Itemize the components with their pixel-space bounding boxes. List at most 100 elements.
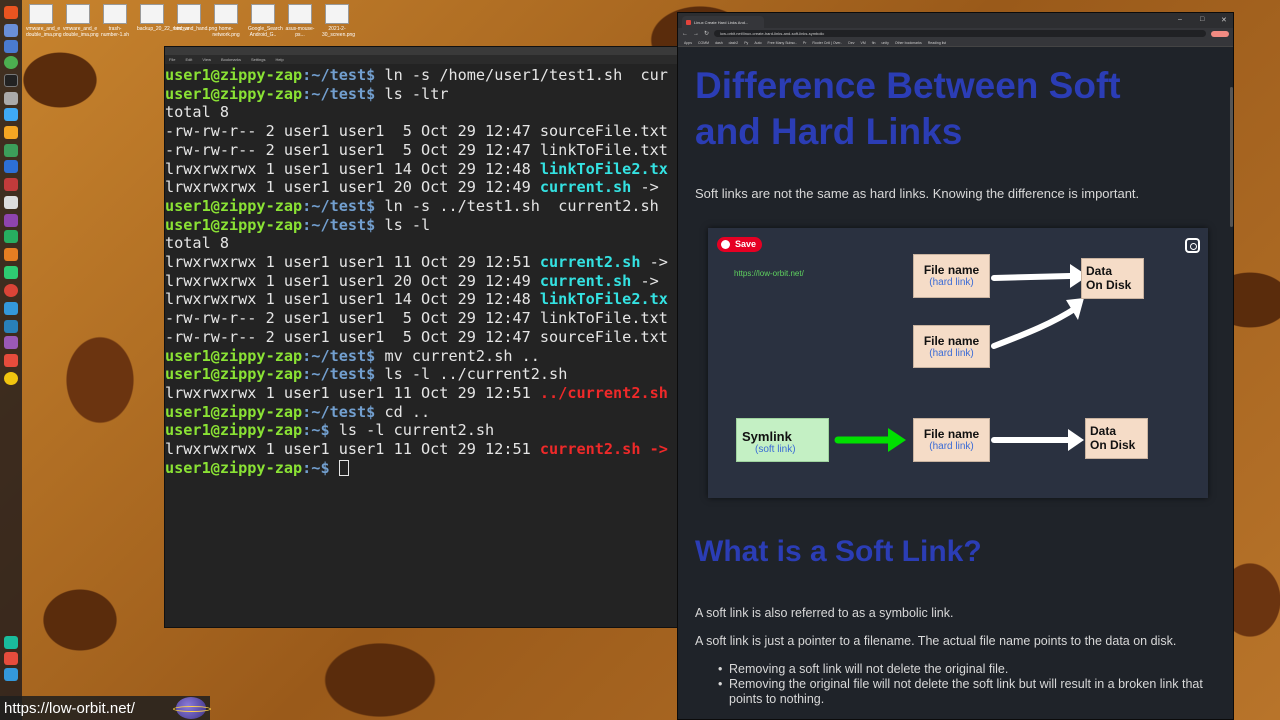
file-caption: vmware_and_e double_ima.png [63,26,99,38]
menu-view[interactable]: View [202,57,211,62]
app-icon[interactable] [4,320,18,333]
symlink-box: Symlink (soft link) [736,418,829,462]
file-thumbnail-icon [66,4,90,24]
forward-icon[interactable]: → [693,31,699,37]
app-icon[interactable] [4,230,18,243]
app-launcher-icon[interactable] [4,6,18,19]
web-page[interactable]: Difference Between Soft and Hard Links S… [678,47,1233,719]
desktop-file[interactable]: trash-number-1.sh [100,4,130,38]
bookmark-item[interactable]: Dev [848,41,854,45]
command-text: ln -s ../test1.sh current2.sh [375,196,659,215]
bookmark-item[interactable]: Other bookmarks [895,41,922,45]
file-name: linkToFile.txt [539,140,668,159]
tab-title: Linux Create Hard Links And... [694,19,749,25]
page-scrollbar[interactable] [1230,87,1233,227]
data-label: Data [1086,264,1113,278]
bookmark-item[interactable]: Pr [803,41,807,45]
app-icon[interactable] [4,248,18,261]
app-icon[interactable] [4,178,18,191]
app-icon[interactable] [4,92,18,105]
url-input[interactable]: low-orbit.net/linux-create-hard-links-an… [714,30,1206,37]
bookmark-item[interactable]: Free Many Subsc.. [768,41,797,45]
file-name: current.sh [539,178,632,197]
browser-tab[interactable]: Linux Create Hard Links And... [682,16,764,28]
soft-link-paragraph-2: A soft link is just a pointer to a filen… [695,634,1177,648]
app-icon[interactable] [4,354,18,367]
desktop-file[interactable]: asus-mouse-ps... [285,4,315,38]
prompt-user: user1@zippy-zap [165,346,303,365]
bookmark-item[interactable]: Py [744,41,748,45]
bookmark-item[interactable]: dash2 [729,41,739,45]
chrome-icon[interactable] [4,56,18,69]
app-icon[interactable] [4,636,18,649]
chrome-icon[interactable] [4,372,18,385]
bookmark-item[interactable]: Rooter Cntl | Over.. [812,41,842,45]
file-thumbnail-icon [177,4,201,24]
maximize-icon[interactable]: □ [1200,16,1204,23]
close-icon[interactable]: ✕ [1221,16,1227,24]
bookmark-item[interactable]: fin [872,41,876,45]
desktop-file[interactable]: home-network.png [211,4,241,38]
prompt-user: user1@zippy-zap [165,196,303,215]
link-arrow: -> [631,271,659,290]
command-text: ln -s /home/user1/test1.sh cur [375,66,668,84]
menu-help[interactable]: Help [275,57,283,62]
app-icon[interactable] [4,160,18,173]
app-icon[interactable] [4,126,18,139]
app-icon[interactable] [4,336,18,349]
bookmark-item[interactable]: COMM [698,41,709,45]
prompt-dir: :~/test [302,84,367,103]
file-caption: trash-number-1.sh [100,26,130,38]
app-icon[interactable] [4,652,18,665]
terminal-window[interactable]: File Edit View Bookmarks Settings Help u… [164,46,678,628]
app-icon[interactable] [4,214,18,227]
bookmark-item[interactable]: Auto [754,41,761,45]
app-icon[interactable] [4,196,18,209]
desktop-file[interactable]: Google_Search Android_G.. [248,4,283,38]
hard-link-box-1: File name (hard link) [913,254,990,298]
app-icon[interactable] [4,108,18,121]
terminal-line: user1@zippy-zap:~/test$ cd .. [165,403,677,422]
prompt-dir: :~/test [302,215,367,234]
desktop-file[interactable]: vmware_and_e double_ima.png [63,4,99,38]
bookmark-item[interactable]: Apps [684,41,692,45]
on-disk-label: On Disk [1090,438,1136,452]
app-icon[interactable] [4,302,18,315]
bookmark-item[interactable]: unity [881,41,888,45]
menu-file[interactable]: File [169,57,175,62]
desktop-file[interactable]: backup_20_22_remove [137,4,189,32]
desktop-file[interactable]: 2021-2-30_screen.png [322,4,355,38]
prompt-user: user1@zippy-zap [165,66,303,84]
profile-button[interactable] [1211,30,1229,37]
menu-edit[interactable]: Edit [185,57,192,62]
folder-icon[interactable] [4,40,18,53]
terminal-line: lrwxrwxrwx 1 user1 user1 11 Oct 29 12:51… [165,384,677,403]
chrome-icon[interactable] [4,284,18,297]
output-text: total 8 [165,234,230,253]
app-icon[interactable] [4,266,18,279]
bookmark-item[interactable]: VM [861,41,866,45]
output-text: lrwxrwxrwx 1 user1 user1 20 Oct 29 12:49 [165,271,540,290]
menu-settings[interactable]: Settings [251,57,265,62]
terminal-output[interactable]: user1@zippy-zap:~/test$ ln -s /home/user… [165,64,677,477]
desktop-file[interactable]: vmware_and_e double_ima.png [26,4,62,38]
back-icon[interactable]: ← [682,31,688,37]
file-caption: asus-mouse-ps... [285,26,315,38]
app-icon[interactable] [4,668,18,681]
menu-bookmarks[interactable]: Bookmarks [221,57,241,62]
app-icon[interactable] [4,144,18,157]
desktop-file[interactable]: bird_and_hand.png [174,4,217,32]
bookmark-item[interactable]: dash [715,41,723,45]
tab-strip: Linux Create Hard Links And... – □ ✕ [678,13,1233,28]
prompt-dir: :~/test [302,196,367,215]
terminal-icon[interactable] [4,74,18,87]
files-icon[interactable] [4,24,18,37]
browser-window[interactable]: Linux Create Hard Links And... – □ ✕ ← →… [677,12,1234,720]
reload-icon[interactable]: ↻ [704,30,709,37]
hard-link-label: (hard link) [929,441,974,452]
bookmark-item[interactable]: Reading list [928,41,946,45]
file-thumbnail-icon [325,4,349,24]
terminal-line: lrwxrwxrwx 1 user1 user1 14 Oct 29 12:48… [165,160,677,179]
minimize-icon[interactable]: – [1178,16,1182,23]
terminal-titlebar[interactable] [165,47,677,55]
